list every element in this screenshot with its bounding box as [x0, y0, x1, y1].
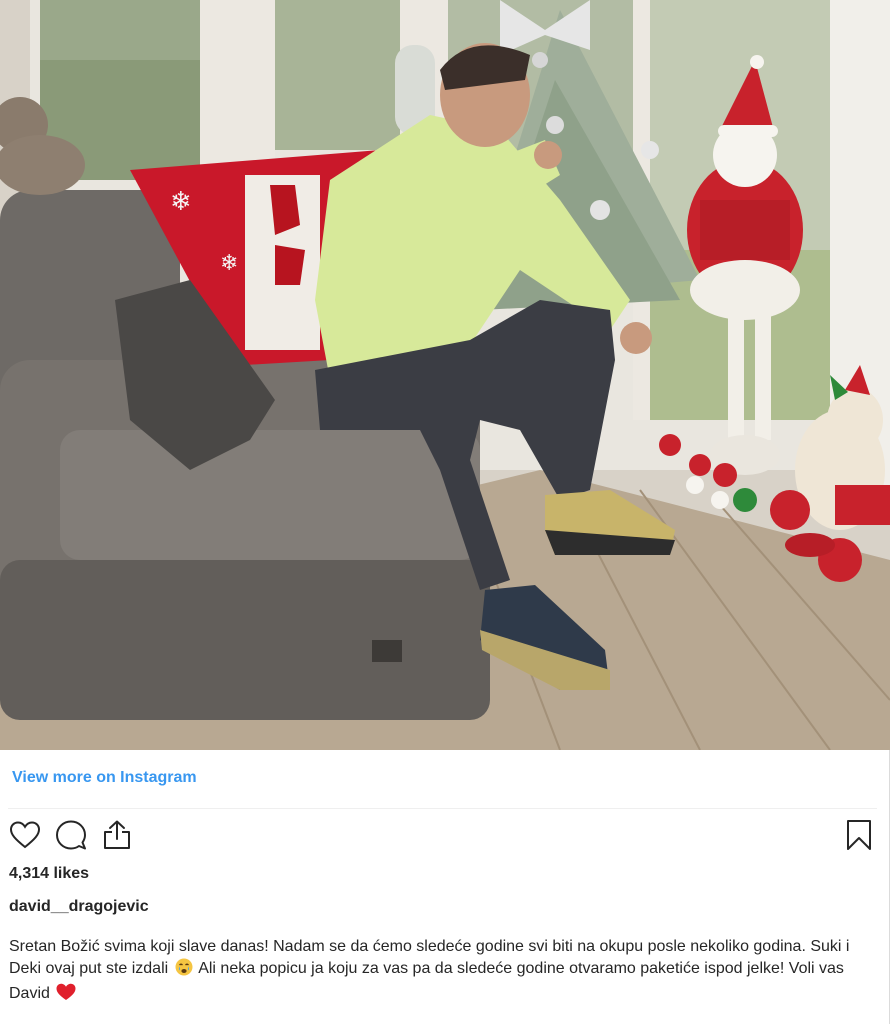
- post-photo[interactable]: ❄ ❄: [0, 0, 890, 750]
- likes-count[interactable]: 4,314 likes: [9, 865, 89, 883]
- share-icon: [104, 820, 130, 849]
- red-heart-emoji: [56, 983, 76, 1008]
- view-more-on-instagram-link[interactable]: View more on Instagram: [12, 769, 197, 787]
- username-link[interactable]: david__dragojevic: [9, 898, 149, 916]
- share-button[interactable]: [100, 818, 134, 852]
- svg-text:❄: ❄: [220, 251, 238, 276]
- post-actions: [8, 818, 134, 852]
- svg-text:❄: ❄: [170, 187, 192, 217]
- crying-face-emoji: [175, 958, 193, 983]
- like-button[interactable]: [8, 818, 42, 852]
- save-button[interactable]: [843, 818, 875, 852]
- comment-button[interactable]: [54, 818, 88, 852]
- post-photo-illustration: ❄ ❄: [0, 0, 890, 750]
- heart-icon: [9, 821, 41, 849]
- post-caption: Sretan Božić svima koji slave danas! Nad…: [9, 936, 879, 1008]
- bookmark-icon: [847, 820, 871, 850]
- comment-icon: [56, 820, 86, 850]
- divider: [8, 808, 877, 809]
- instagram-embed-card: ❄ ❄ View more on Instagram 4,314 likes d…: [0, 0, 890, 1024]
